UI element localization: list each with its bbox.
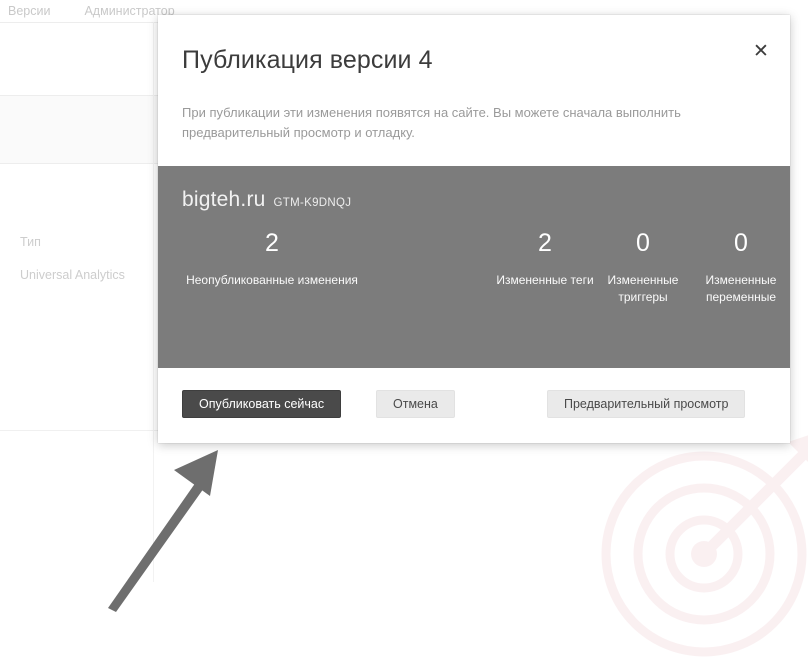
dialog-title: Публикация версии 4 — [182, 46, 433, 74]
container-identity: bigteh.ru GTM-K9DNQJ — [182, 188, 351, 212]
stat-changed-variables: 0 Измененные переменные — [692, 228, 790, 306]
stat-label: Измененные триггеры — [607, 273, 679, 304]
dialog-description: При публикации эти изменения появятся на… — [182, 105, 681, 140]
container-summary-panel: bigteh.ru GTM-K9DNQJ 2 Неопубликованные … — [158, 166, 790, 368]
background-column-divider — [153, 22, 154, 582]
cancel-button[interactable]: Отмена — [376, 390, 455, 418]
stat-label: Измененные переменные — [705, 273, 777, 304]
tab-versions[interactable]: Версии — [8, 4, 50, 18]
stat-value: 0 — [734, 229, 748, 257]
stat-changed-triggers: 0 Измененные триггеры — [594, 228, 692, 306]
publish-now-button[interactable]: Опубликовать сейчас — [182, 390, 342, 418]
preview-button[interactable]: Предварительный просмотр — [547, 390, 746, 418]
stat-unpublished-changes: 2 Неопубликованные изменения — [172, 228, 372, 289]
publish-version-dialog: ✕ Публикация версии 4 При публикации эти… — [158, 15, 790, 443]
dialog-header: ✕ Публикация версии 4 При публикации эти… — [158, 15, 790, 166]
close-icon[interactable]: ✕ — [748, 38, 774, 64]
dialog-actions: Опубликовать сейчас Отмена Предварительн… — [158, 368, 790, 443]
container-site-name: bigteh.ru — [182, 188, 266, 211]
stat-label: Измененные теги — [496, 273, 594, 287]
stats-row: 2 Неопубликованные изменения 2 Измененны… — [158, 228, 790, 306]
stat-label: Неопубликованные изменения — [186, 273, 358, 287]
field-value-type: Universal Analytics — [20, 268, 125, 282]
field-label-type: Тип — [20, 235, 41, 249]
stat-changed-tags: 2 Измененные теги — [496, 228, 594, 289]
stat-value: 2 — [265, 229, 279, 257]
container-id: GTM-K9DNQJ — [273, 197, 352, 209]
stat-value: 0 — [636, 229, 650, 257]
stat-value: 2 — [538, 229, 552, 257]
